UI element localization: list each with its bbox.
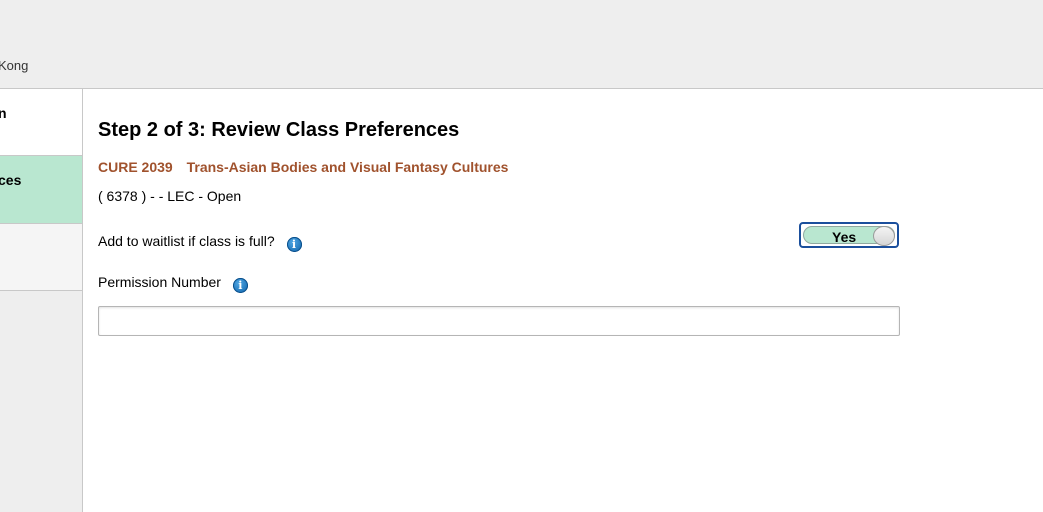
main-panel: Step 2 of 3: Review Class Preferences CU…: [83, 89, 1043, 512]
institution-name: Kong: [0, 58, 29, 73]
toggle-label: Yes: [832, 229, 857, 245]
header-bar: Kong: [0, 0, 1043, 89]
info-icon[interactable]: i: [232, 278, 248, 293]
waitlist-toggle[interactable]: Yes: [799, 222, 899, 248]
waitlist-row: Add to waitlist if class is full? i: [98, 233, 302, 252]
toggle-knob: [873, 226, 895, 246]
course-title: Trans-Asian Bodies and Visual Fantasy Cu…: [186, 159, 509, 175]
waitlist-label: Add to waitlist if class is full?: [98, 233, 275, 249]
permission-row: Permission Number i: [98, 274, 248, 293]
sidebar-item-step-3[interactable]: [0, 224, 82, 291]
permission-number-input[interactable]: [98, 306, 900, 336]
sidebar-item-label: ces: [0, 172, 22, 188]
section-info: ( 6378 ) - - LEC - Open: [98, 188, 242, 204]
sidebar-item-step-2-selected[interactable]: ces: [0, 156, 82, 224]
info-icon[interactable]: i: [286, 237, 302, 252]
permission-label: Permission Number: [98, 274, 221, 290]
sidebar-item-label: n: [0, 105, 7, 121]
toggle-track: Yes: [803, 226, 895, 246]
course-code: CURE 2039: [98, 159, 173, 175]
page-title: Step 2 of 3: Review Class Preferences: [98, 119, 460, 141]
course-heading: CURE 2039 Trans-Asian Bodies and Visual …: [98, 159, 508, 175]
sidebar-item-step-1[interactable]: n: [0, 89, 82, 156]
step-sidebar: n ces: [0, 89, 83, 512]
